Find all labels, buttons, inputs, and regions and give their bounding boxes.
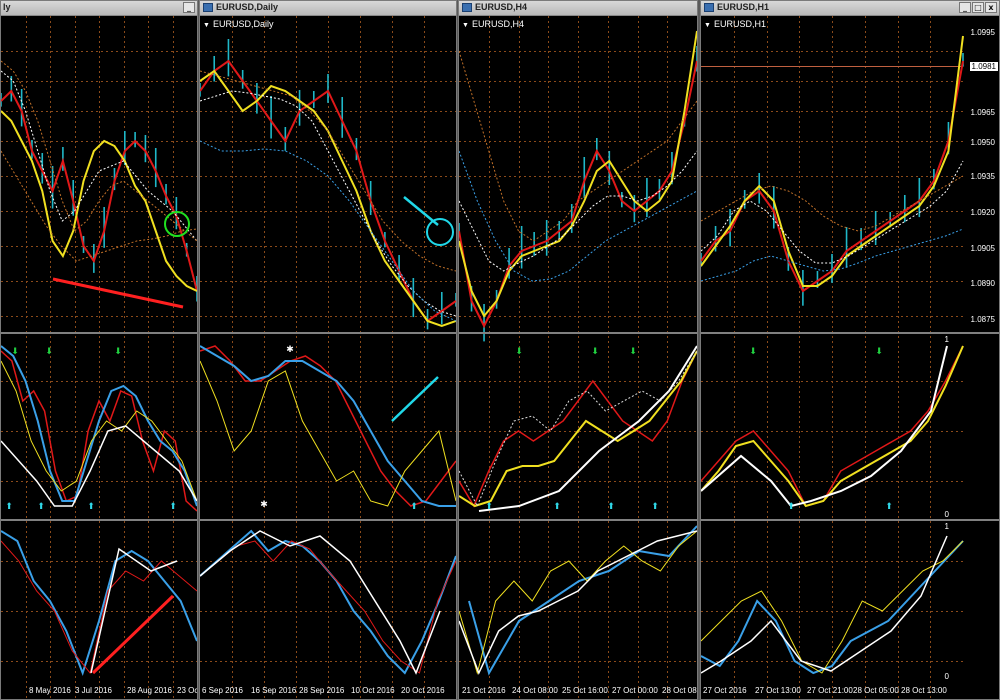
osc2-axis-label: 0 (944, 672, 949, 681)
dropdown-triangle-icon: ▼ (704, 22, 711, 29)
x-axis-label: 27 Oct 00:00 (612, 686, 658, 695)
up-arrow-marker: ⬆ (553, 502, 561, 512)
price-axis-label: 1.0950 (970, 138, 995, 147)
down-arrow-marker: ⬇ (45, 347, 53, 357)
x-axis-label: 3 Jul 2016 (75, 686, 112, 695)
up-arrow-marker: ⬆ (485, 502, 493, 512)
osc2-white-line (200, 530, 441, 675)
dropdown-triangle-icon: ▼ (203, 22, 210, 29)
osc-white-line (478, 345, 697, 512)
chart-canvas[interactable]: ⬇ ⬇ ⬆ ⬆ (701, 1, 1000, 700)
up-arrow-marker: ⬆ (787, 502, 795, 512)
chart-window-4[interactable]: EURUSD,H1 _ □ x ⬇ ⬇ ⬆ ⬆ ▼ EURUSD,H1 1.0995 1… (700, 0, 1000, 700)
pane-separator[interactable] (200, 332, 456, 334)
trendline-annotation (52, 277, 184, 309)
up-arrow-marker: ⬆ (169, 502, 177, 512)
down-arrow-marker: ⬇ (114, 347, 122, 357)
x-axis-label: 16 Sep 2016 (251, 686, 297, 695)
price-axis-label: 1.0965 (970, 108, 995, 117)
trendline-annotation (391, 376, 439, 422)
price-axis-label: 1.0905 (970, 244, 995, 253)
up-arrow-marker: ⬆ (885, 502, 893, 512)
chart-canvas[interactable]: ✱ ✱ ⬆ (200, 1, 457, 700)
x-axis-label: 23 Oc (177, 686, 198, 695)
price-axis-label: 1.0935 (970, 172, 995, 181)
x-axis-label: 25 Oct 16:00 (562, 686, 608, 695)
pane-separator[interactable] (459, 332, 697, 334)
x-axis-label: 27 Oct 2016 (703, 686, 747, 695)
x-axis-label: 24 Oct 08:00 (512, 686, 558, 695)
down-arrow-marker: ⬇ (11, 347, 19, 357)
down-arrow-marker: ⬇ (875, 347, 883, 357)
chart-canvas[interactable]: ⬇ ⬇ ⬇ ⬆ ⬆ ⬆ ⬆ (1, 1, 198, 700)
star-marker: ✱ (286, 345, 294, 355)
price-axis-label: 1.0995 (970, 28, 995, 37)
pane-separator[interactable] (701, 519, 999, 521)
pane-separator[interactable] (701, 332, 999, 334)
x-axis-label: 27 Oct 13:00 (755, 686, 801, 695)
osc-axis-label: 0 (944, 510, 949, 519)
up-arrow-marker: ⬆ (607, 502, 615, 512)
pane-separator[interactable] (1, 519, 197, 521)
dropdown-triangle-icon: ▼ (462, 22, 469, 29)
pane-separator[interactable] (459, 519, 697, 521)
down-arrow-marker: ⬇ (629, 347, 637, 357)
osc-axis-label: 1 (944, 335, 949, 344)
chart-window-2[interactable]: EURUSD,Daily ✱ ✱ ⬆ ▼ EURUSD,Daily 6 Sep 201… (199, 0, 457, 700)
x-axis-label: 28 Oct 08 (662, 686, 697, 695)
price-axis-label: 1.0920 (970, 208, 995, 217)
x-axis-label: 10 Oct 2016 (351, 686, 395, 695)
osc2-axis-label: 1 (944, 522, 949, 531)
x-axis-label: 28 Sep 2016 (299, 686, 345, 695)
star-marker: ✱ (260, 500, 268, 510)
x-axis-label: 6 Sep 2016 (202, 686, 243, 695)
up-arrow-marker: ⬆ (37, 502, 45, 512)
up-arrow-marker: ⬆ (5, 502, 13, 512)
ma-yellow-line (459, 30, 697, 318)
osc2-blue-line (468, 525, 697, 676)
chart-window-1[interactable]: ly _ ⬇ ⬇ ⬇ ⬆ ⬆ ⬆ ⬆ 8 May 2016 3 Jul 2016 28 Au… (0, 0, 198, 700)
x-axis-label: 28 Oct 05:00 (853, 686, 899, 695)
price-axis-label: 1.0890 (970, 279, 995, 288)
symbol-label[interactable]: ▼ EURUSD,H4 (462, 19, 524, 29)
price-axis-label: 1.0875 (970, 315, 995, 324)
x-axis-label: 8 May 2016 (29, 686, 71, 695)
x-axis-label: 28 Oct 13:00 (901, 686, 947, 695)
current-price-label: 1.0981 (969, 62, 998, 71)
x-axis-label: 20 Oct 2016 (401, 686, 445, 695)
down-arrow-marker: ⬇ (591, 347, 599, 357)
chart-window-3[interactable]: EURUSD,H4 ⬇ ⬇ ⬇ ⬆ ⬆ ⬆ ⬆ ▼ EURUSD,H4 21 Oct 2016… (458, 0, 698, 700)
highlight-circle (426, 218, 454, 246)
x-axis-label: 27 Oct 21:00 (807, 686, 853, 695)
up-arrow-marker: ⬆ (651, 502, 659, 512)
pane-separator[interactable] (1, 332, 197, 334)
up-arrow-marker: ⬆ (87, 502, 95, 512)
down-arrow-marker: ⬇ (515, 347, 523, 357)
symbol-label[interactable]: ▼ EURUSD,H1 (704, 19, 766, 29)
down-arrow-marker: ⬇ (749, 347, 757, 357)
symbol-label[interactable]: ▼ EURUSD,Daily (203, 19, 273, 29)
up-arrow-marker: ⬆ (410, 502, 418, 512)
pane-separator[interactable] (200, 519, 456, 521)
x-axis-label: 21 Oct 2016 (462, 686, 506, 695)
x-axis-label: 28 Aug 2016 (127, 686, 172, 695)
chart-canvas[interactable]: ⬇ ⬇ ⬇ ⬆ ⬆ ⬆ ⬆ (459, 1, 698, 700)
